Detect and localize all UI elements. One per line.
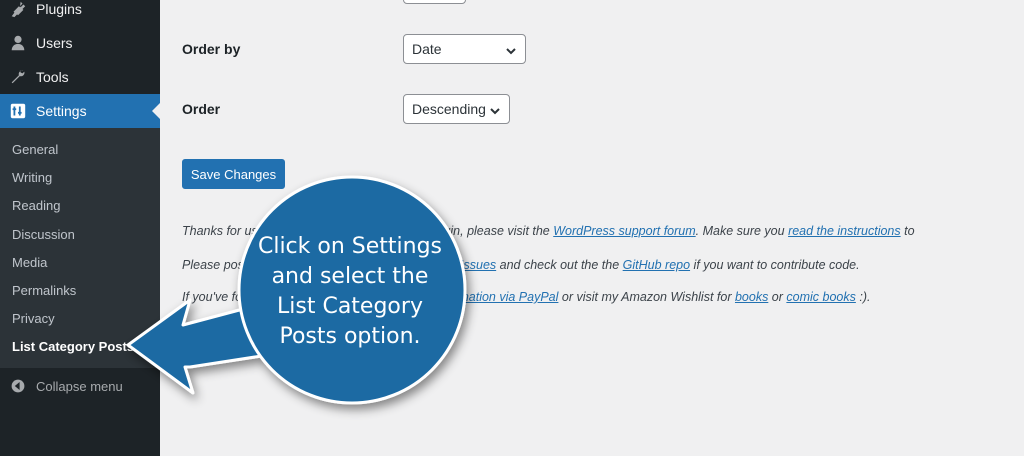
order-label: Order [182, 101, 221, 117]
user-icon [0, 34, 36, 52]
admin-sidebar: Plugins Users Tools Settings General Wri… [0, 0, 160, 456]
menu-item-tools[interactable]: Tools [0, 60, 160, 94]
submenu-item-media[interactable]: Media [12, 255, 47, 270]
paypal-donation-link[interactable]: donation via PayPal [448, 290, 559, 304]
chevron-down-icon [505, 44, 517, 56]
order-by-value: Date [412, 41, 442, 57]
menu-label-settings: Settings [36, 103, 87, 119]
menu-label-users: Users [36, 35, 73, 51]
menu-item-settings[interactable]: Settings [0, 94, 160, 128]
order-select[interactable]: Descending [403, 94, 510, 124]
order-by-label: Order by [182, 41, 241, 57]
submenu-item-discussion[interactable]: Discussion [12, 227, 75, 242]
read-instructions-link[interactable]: read the instructions [788, 224, 901, 238]
menu-item-plugins[interactable]: Plugins [0, 0, 160, 26]
submenu-item-reading[interactable]: Reading [12, 198, 60, 213]
callout-line: Click on Settings [257, 234, 443, 259]
callout-line: List Category [277, 294, 423, 319]
plug-icon [0, 0, 36, 18]
settings-icon [0, 102, 36, 120]
settings-submenu: General Writing Reading Discussion Media… [0, 128, 160, 368]
callout-line: Posts option. [279, 324, 421, 349]
submenu-item-general[interactable]: General [12, 142, 58, 157]
previous-field-select[interactable] [403, 0, 466, 4]
order-value: Descending [412, 101, 486, 117]
collapse-icon [0, 378, 36, 394]
books-link[interactable]: books [735, 290, 768, 304]
menu-item-users[interactable]: Users [0, 26, 160, 60]
submenu-item-list-category-posts[interactable]: List Category Posts [12, 339, 134, 354]
active-indicator [152, 103, 160, 119]
submenu-item-writing[interactable]: Writing [12, 170, 52, 185]
collapse-menu-button[interactable]: Collapse menu [0, 374, 160, 398]
callout-line: and select the [271, 264, 429, 289]
chevron-down-icon [489, 104, 501, 116]
wordpress-support-forum-link[interactable]: WordPress support forum [553, 224, 695, 238]
github-repo-link[interactable]: GitHub repo [623, 258, 690, 272]
comic-books-link[interactable]: comic books [786, 290, 855, 304]
submenu-item-privacy[interactable]: Privacy [12, 311, 55, 326]
collapse-label: Collapse menu [36, 378, 123, 394]
submenu-item-permalinks[interactable]: Permalinks [12, 283, 76, 298]
menu-label-tools: Tools [36, 69, 69, 85]
wrench-icon [0, 68, 36, 86]
order-by-select[interactable]: Date [403, 34, 526, 64]
save-changes-button[interactable]: Save Changes [182, 159, 285, 189]
callout-text: Click on Settings and select the List Ca… [250, 232, 450, 352]
menu-label-plugins: Plugins [36, 1, 82, 17]
